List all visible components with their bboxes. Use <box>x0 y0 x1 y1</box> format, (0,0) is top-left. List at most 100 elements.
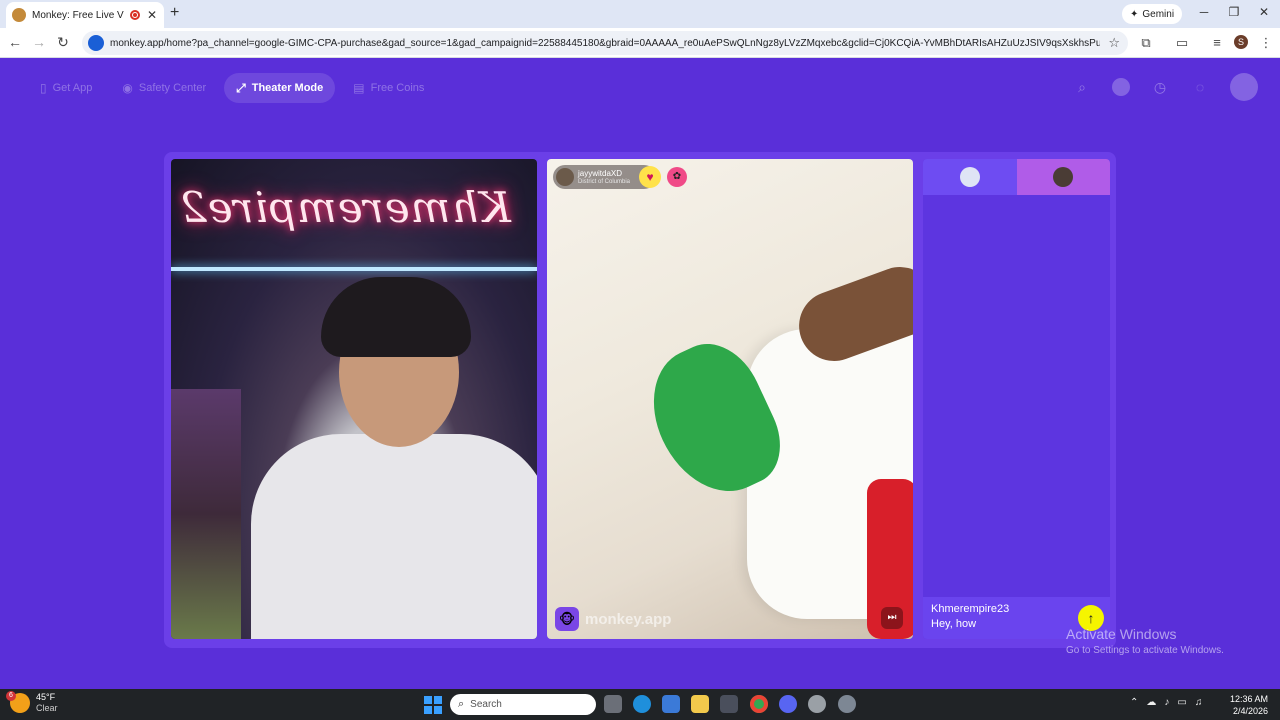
neon-sign-text: Khmerempire2 <box>179 183 511 232</box>
remote-user-name: jayywitdaXD <box>578 168 623 178</box>
bookmark-star-icon[interactable]: ☆ <box>1108 35 1120 51</box>
history-icon[interactable]: ◷ <box>1150 77 1170 97</box>
gemini-button[interactable]: ✦ Gemini <box>1122 4 1183 24</box>
activate-windows-subtitle: Go to Settings to activate Windows. <box>1066 645 1224 656</box>
person-hair <box>321 277 471 357</box>
remote-user-avatar <box>556 168 574 186</box>
theater-mode-label: Theater Mode <box>251 82 324 94</box>
weather-condition: Clear <box>36 703 58 713</box>
profile-avatar[interactable]: S <box>1234 35 1248 49</box>
gift-icon[interactable]: ✿ <box>667 167 687 187</box>
top-nav: ▯ Get App ◉ Safety Center ⤢ Theater Mode… <box>28 73 436 103</box>
display-icon[interactable]: ▭ <box>1177 697 1186 708</box>
phone-icon: ▯ <box>40 81 47 95</box>
free-coins-label: Free Coins <box>370 82 425 94</box>
site-info-icon[interactable] <box>88 35 104 51</box>
watermark-text: monkey.app <box>585 610 672 628</box>
safety-center-button[interactable]: ◉ Safety Center <box>110 73 218 103</box>
self-avatar <box>959 167 980 187</box>
back-icon[interactable]: ← <box>6 34 24 50</box>
cast-icon[interactable]: ▭ <box>1174 35 1190 51</box>
browser-tabstrip: Monkey: Free Live Video Ch ✕ + ✦ Gemini … <box>0 0 1280 28</box>
neon-light-strip <box>171 267 537 271</box>
chrome-icon[interactable] <box>750 695 768 713</box>
shield-icon: ◉ <box>122 81 133 95</box>
chat-tabs <box>923 159 1110 195</box>
recording-icon <box>130 10 140 20</box>
person-shirt <box>251 434 537 639</box>
discord-icon[interactable] <box>779 695 797 713</box>
tab-partner[interactable] <box>1016 159 1110 195</box>
taskbar-clock[interactable]: 12:36 AM 2/4/2026 <box>1230 693 1268 717</box>
local-video-feed: Khmerempire2 <box>171 159 537 639</box>
edge-icon[interactable] <box>633 695 651 713</box>
tab-self[interactable] <box>923 159 1017 195</box>
activate-windows-watermark: Activate Windows Go to Settings to activ… <box>1066 626 1224 656</box>
forward-icon[interactable]: → <box>30 34 48 50</box>
address-bar[interactable]: monkey.app/home?pa_channel=google-GIMC-C… <box>82 31 1128 55</box>
search-icon: ⌕ <box>458 698 465 710</box>
browser-toolbar: ← → ↻ monkey.app/home?pa_channel=google-… <box>0 28 1280 58</box>
new-tab-button[interactable]: + <box>170 4 179 22</box>
taskbar: 6 45°F Clear ⌕ Search ⌃ ☁ ♪ ▭ ♫ 12:36 AM… <box>0 689 1280 720</box>
get-app-button[interactable]: ▯ Get App <box>28 73 104 103</box>
right-nav: ⌕ ◷ ◌ <box>1072 73 1258 101</box>
monkey-watermark: 🐵 monkey.app <box>555 607 671 631</box>
heart-icon[interactable]: ♥ <box>639 166 661 188</box>
gemini-label: Gemini <box>1142 8 1175 20</box>
monkey-logo-icon: 🐵 <box>555 607 579 631</box>
menu-kebab-icon[interactable]: ⋮ <box>1258 35 1274 51</box>
gemini-sparkle-icon: ✦ <box>1130 8 1139 20</box>
get-app-label: Get App <box>52 82 93 94</box>
weather-badge: 6 <box>6 691 16 701</box>
cloud-icon[interactable]: ☁ <box>1146 697 1156 708</box>
window-close-button[interactable]: ✕ <box>1254 5 1274 19</box>
url-text[interactable]: monkey.app/home?pa_channel=google-GIMC-C… <box>110 38 1100 49</box>
file-explorer-icon[interactable] <box>691 695 709 713</box>
wall-poster <box>171 389 241 639</box>
safety-center-label: Safety Center <box>138 82 207 94</box>
theater-mode-button[interactable]: ⤢ Theater Mode <box>224 73 336 103</box>
coin-balance-icon[interactable] <box>1112 78 1130 96</box>
chat-bubble-icon[interactable]: ◌ <box>1190 77 1210 97</box>
chat-panel: Khmerempire23 Hey, how ↑ <box>923 159 1110 639</box>
weather-widget[interactable]: 6 45°F Clear <box>6 691 58 714</box>
microphone-icon[interactable]: ♪ <box>1164 697 1169 708</box>
browser-tab[interactable]: Monkey: Free Live Video Ch ✕ <box>6 2 164 28</box>
free-coins-button[interactable]: ▤ Free Coins <box>341 73 436 103</box>
activate-windows-title: Activate Windows <box>1066 626 1177 642</box>
monkey-favicon-icon <box>12 8 26 22</box>
video-stage: Khmerempire2 jayywitdaXD District of Col… <box>164 152 1116 648</box>
coins-icon: ▤ <box>353 81 365 95</box>
tab-title: Monkey: Free Live Video Ch <box>32 9 124 21</box>
system-tray: ⌃ ☁ ♪ ▭ ♫ <box>1130 697 1202 708</box>
clock-time: 12:36 AM <box>1230 694 1269 704</box>
partner-avatar <box>1053 167 1074 187</box>
windows-start-icon[interactable] <box>424 696 442 714</box>
search-label: Search <box>470 699 502 710</box>
app-icon[interactable] <box>808 695 826 713</box>
settings-gear-icon[interactable] <box>838 695 856 713</box>
monkey-page: ▯ Get App ◉ Safety Center ⤢ Theater Mode… <box>0 59 1280 689</box>
weather-temperature: 45°F <box>36 692 56 702</box>
expand-icon: ⤢ <box>236 80 246 95</box>
tab-close-button[interactable]: ✕ <box>146 8 158 22</box>
reload-icon[interactable]: ↻ <box>54 34 72 51</box>
taskbar-search[interactable]: ⌕ Search <box>450 694 596 715</box>
volume-icon[interactable]: ♫ <box>1195 697 1203 708</box>
chat-sender: Khmerempire23 <box>931 603 1010 615</box>
skip-icon[interactable]: ⏭ <box>881 607 903 629</box>
remote-video-feed: jayywitdaXD District of Columbia ♥ ✿ 🐵 m… <box>547 159 913 639</box>
media-control-icon[interactable]: ≡ <box>1209 35 1225 50</box>
extensions-icon[interactable]: ⧉ <box>1138 35 1154 51</box>
task-view-icon[interactable] <box>604 695 622 713</box>
m365-icon[interactable] <box>662 695 680 713</box>
store-icon[interactable] <box>720 695 738 713</box>
clock-date: 2/4/2026 <box>1232 706 1269 716</box>
maximize-button[interactable]: ❐ <box>1224 5 1244 19</box>
remote-user-location: District of Columbia <box>578 178 631 185</box>
minimize-button[interactable]: ─ <box>1194 5 1214 19</box>
user-avatar[interactable] <box>1230 73 1258 101</box>
chevron-up-icon[interactable]: ⌃ <box>1130 697 1138 708</box>
search-icon[interactable]: ⌕ <box>1072 77 1092 97</box>
